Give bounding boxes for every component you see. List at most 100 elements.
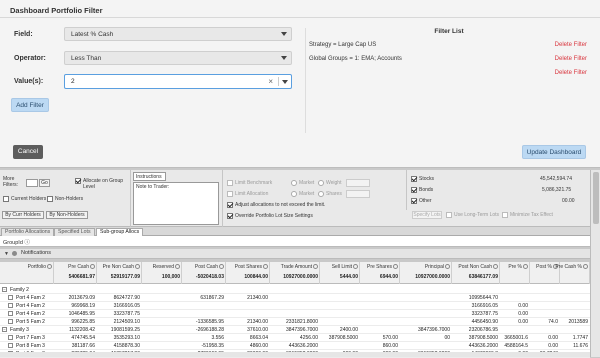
column-menu-icon[interactable] — [135, 264, 140, 270]
limit-allocation-checkbox[interactable] — [227, 191, 233, 197]
column-header[interactable]: Post Non Cash — [458, 264, 498, 270]
override-lot-size-checkbox[interactable] — [227, 213, 233, 219]
table-row[interactable]: Port 8 Fam 3 381187.66 4158878.30 -51958.35… — [0, 342, 590, 350]
column-menu-icon[interactable] — [90, 264, 95, 270]
column-header[interactable]: Pre Cash % — [555, 264, 588, 270]
row-checkbox[interactable] — [8, 335, 13, 340]
add-filter-button[interactable]: Add Filter — [11, 98, 49, 112]
use-long-term-lots-checkbox[interactable] — [446, 212, 452, 218]
shares-radio[interactable] — [318, 191, 324, 197]
row-checkbox[interactable] — [8, 303, 13, 308]
table-row[interactable]: Port 4 Fam 2 1046485.95 3323787.75 3323787.… — [0, 310, 590, 318]
by-curr-holders-button[interactable]: By Curr Holders — [2, 211, 44, 219]
table-row[interactable]: Port 4 Fam 2 2013679.09 8624727.90 631867.2… — [0, 294, 590, 302]
column-header[interactable]: Principal — [425, 264, 450, 270]
current-holders-checkbox[interactable] — [3, 196, 9, 202]
column-separator[interactable] — [499, 262, 500, 284]
column-menu-icon[interactable] — [219, 264, 224, 270]
column-header[interactable]: Pre % — [508, 264, 528, 270]
row-checkbox[interactable] — [8, 311, 13, 316]
value-input[interactable]: 2 × — [64, 74, 292, 89]
clear-icon[interactable]: × — [268, 77, 273, 86]
column-menu-icon[interactable] — [313, 264, 318, 270]
column-header[interactable]: Pre Shares — [367, 264, 398, 270]
field-select[interactable]: Latest % Cash — [64, 27, 292, 41]
bonds-checkbox[interactable] — [411, 187, 417, 193]
specify-lots-button[interactable]: Specify Lots — [412, 211, 442, 219]
operator-select[interactable]: Less Than — [64, 51, 292, 65]
chevron-down-icon[interactable]: ▼ — [4, 251, 9, 257]
group-by-bar[interactable]: GroupId ⓘ — [0, 236, 600, 247]
scrollbar-thumb[interactable] — [593, 172, 599, 224]
column-separator[interactable] — [53, 262, 54, 284]
minimize-tax-effect-checkbox[interactable] — [502, 212, 508, 218]
column-header[interactable]: Portfolio — [28, 264, 52, 270]
table-row[interactable]: Port 7 Fam 3 474745.54 3535293.10 3.556 8663… — [0, 334, 590, 342]
column-menu-icon[interactable] — [393, 264, 398, 270]
column-separator[interactable] — [529, 262, 530, 284]
cancel-button[interactable]: Cancel — [13, 145, 43, 159]
column-header[interactable]: Reserved — [153, 264, 180, 270]
column-separator[interactable] — [269, 262, 270, 284]
column-separator[interactable] — [319, 262, 320, 284]
column-separator[interactable] — [359, 262, 360, 284]
market-weight-radio[interactable] — [291, 180, 297, 186]
delete-filter-link[interactable]: Delete Filter — [555, 70, 587, 76]
notifications-bar[interactable]: ▼ Notifications — [0, 249, 600, 259]
vertical-scrollbar[interactable] — [590, 170, 600, 357]
chevron-down-icon[interactable] — [282, 80, 288, 84]
collapse-icon[interactable]: − — [2, 327, 7, 332]
weight-radio[interactable] — [318, 180, 324, 186]
group-row[interactable]: − Family 2 — [0, 286, 590, 294]
group-row[interactable]: − Family 3 1132208.42 19081599.25 -2696188.2… — [0, 326, 590, 334]
column-header[interactable]: Trade Amount — [281, 264, 318, 270]
column-header[interactable]: Post Shares — [235, 264, 268, 270]
column-menu-icon[interactable] — [263, 264, 268, 270]
column-header[interactable]: Pre Cash — [68, 264, 95, 270]
note-to-trader-field[interactable]: Note to Trader: — [133, 182, 219, 225]
delete-filter-link[interactable]: Delete Filter — [555, 42, 587, 48]
column-separator[interactable] — [399, 262, 400, 284]
go-button[interactable]: Go — [39, 179, 50, 187]
shares-input[interactable] — [346, 190, 370, 198]
column-menu-icon[interactable] — [47, 264, 52, 270]
column-menu-icon[interactable] — [445, 264, 450, 270]
row-checkbox[interactable] — [8, 319, 13, 324]
horizontal-scrollbar[interactable] — [0, 352, 590, 357]
collapse-icon[interactable]: − — [2, 287, 7, 292]
update-dashboard-button[interactable]: Update Dashboard — [522, 145, 586, 159]
column-separator[interactable] — [451, 262, 452, 284]
by-non-holders-button[interactable]: By Non-Holders — [46, 211, 88, 219]
column-header[interactable]: Sell Limit — [332, 264, 358, 270]
weight-input[interactable] — [346, 179, 370, 187]
more-filters-select[interactable] — [26, 179, 38, 187]
stocks-checkbox[interactable] — [411, 176, 417, 182]
table-row[interactable]: Port 5 Fam 2 996225.85 2124509.10 -1336585.… — [0, 318, 590, 326]
column-menu-icon[interactable] — [523, 264, 528, 270]
table-row[interactable]: Port 4 Fam 2 969968.19 3166916.05 3166916.0… — [0, 302, 590, 310]
market-shares-radio[interactable] — [291, 191, 297, 197]
column-separator[interactable] — [181, 262, 182, 284]
tab-portfolio-allocations[interactable]: Portfolio Allocations — [1, 228, 55, 236]
tab-specified-lots[interactable]: Specified Lots — [54, 228, 95, 236]
tab-sub-group-allocs[interactable]: Sub-group Allocs — [96, 228, 144, 236]
column-header[interactable]: Pre Non Cash — [103, 264, 140, 270]
column-menu-icon[interactable] — [175, 264, 180, 270]
limit-benchmark-checkbox[interactable] — [227, 180, 233, 186]
column-menu-icon[interactable] — [493, 264, 498, 270]
adjust-allocations-checkbox[interactable] — [227, 202, 233, 208]
column-separator[interactable] — [225, 262, 226, 284]
row-checkbox[interactable] — [8, 343, 13, 348]
row-checkbox[interactable] — [8, 295, 13, 300]
allocate-on-group-checkbox[interactable] — [75, 178, 81, 184]
column-menu-icon[interactable] — [353, 264, 358, 270]
other-checkbox[interactable] — [411, 198, 417, 204]
column-separator[interactable] — [96, 262, 97, 284]
column-menu-icon[interactable] — [583, 264, 588, 270]
table-cell: 860.00 — [382, 343, 398, 349]
delete-filter-link[interactable]: Delete Filter — [555, 56, 587, 62]
non-holders-checkbox[interactable] — [47, 196, 53, 202]
column-separator[interactable] — [141, 262, 142, 284]
instructions-field[interactable]: Instructions — [133, 172, 166, 181]
column-header[interactable]: Post Cash — [195, 264, 224, 270]
